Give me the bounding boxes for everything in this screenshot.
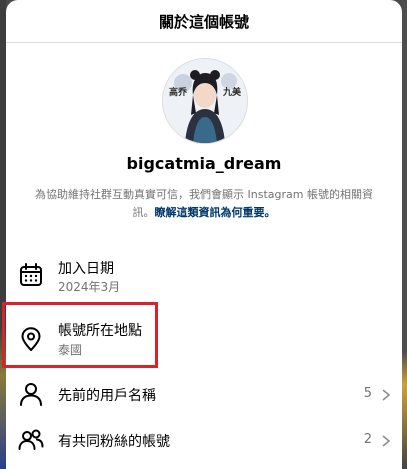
row-date-joined: 加入日期 2024年3月 — [6, 250, 402, 298]
dialog-title: 關於這個帳號 — [158, 12, 249, 31]
people-icon — [18, 429, 44, 450]
shared-followers-count: 2 — [363, 432, 372, 447]
chevron-right-icon — [382, 435, 391, 447]
calendar-icon — [20, 263, 42, 286]
chevron-right-icon — [382, 389, 391, 401]
date-joined-label: 加入日期 — [58, 261, 114, 277]
dialog-header: 關於這個帳號 — [6, 0, 402, 43]
highlight-box — [2, 302, 158, 368]
account-username: bigcatmia_dream — [126, 154, 282, 173]
about-account-dialog: 關於這個帳號 高乔 九美 bigcatmia_dream 為協助維持社群互動真實… — [6, 0, 402, 469]
background-right — [402, 0, 407, 469]
avatar-text-left: 高乔 — [169, 88, 188, 98]
account-description: 為協助維持社群互動真實可信，我們會顯示 Instagram 帳號的相關資訊。瞭解… — [26, 186, 382, 222]
date-joined-value: 2024年3月 — [58, 280, 121, 294]
row-former-usernames[interactable]: 先前的用戶名稱 5 — [6, 370, 402, 418]
shared-followers-label: 有共同粉絲的帳號 — [58, 434, 170, 450]
former-usernames-label: 先前的用戶名稱 — [58, 388, 156, 404]
avatar-image — [163, 59, 247, 143]
former-usernames-count: 5 — [363, 386, 372, 401]
learn-more-link[interactable]: 瞭解這類資訊為何重要。 — [155, 206, 276, 219]
row-shared-followers[interactable]: 有共同粉絲的帳號 2 — [6, 416, 402, 464]
avatar-text-right: 九美 — [222, 88, 241, 98]
avatar: 高乔 九美 — [162, 58, 248, 144]
person-icon — [20, 383, 42, 406]
